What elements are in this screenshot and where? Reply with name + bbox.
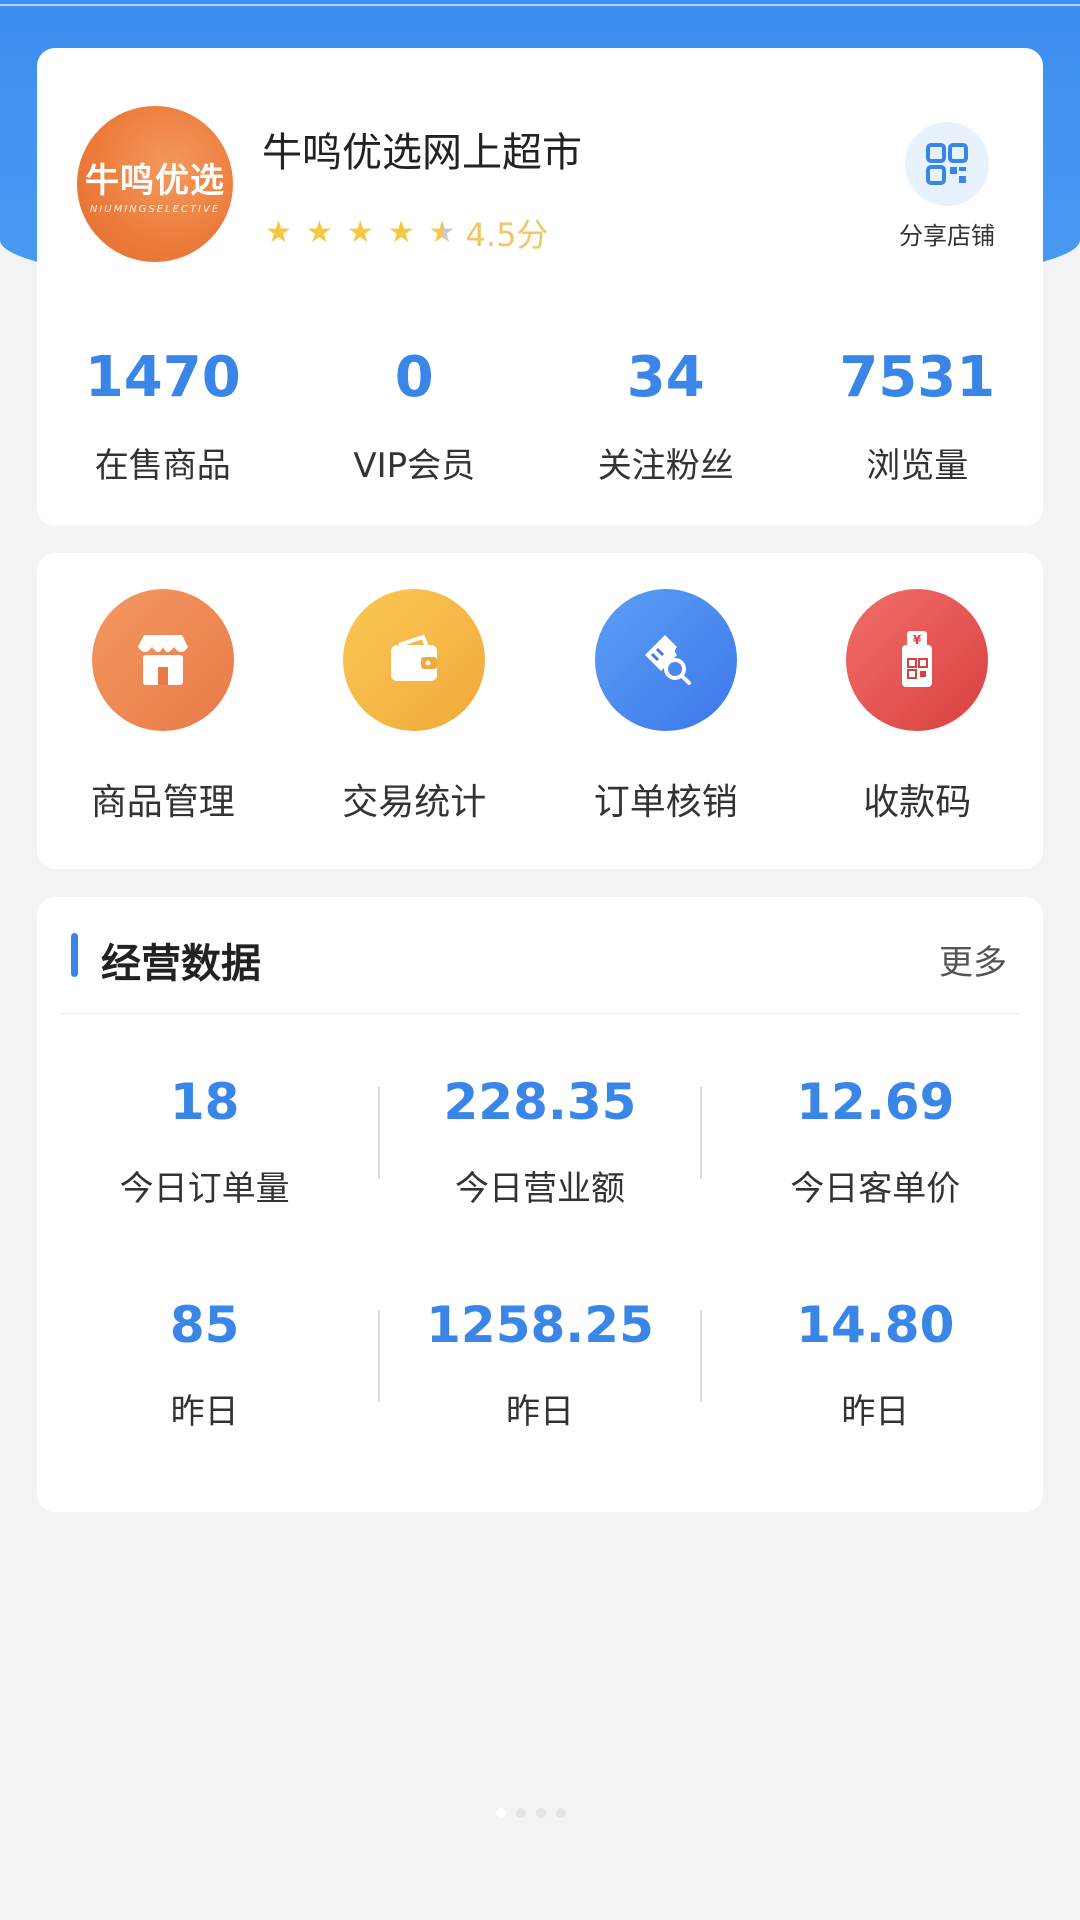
business-data-card: 经营数据 更多 18 今日订单量 228.35 今日营业额 12.69 今日客单… xyxy=(37,897,1043,1512)
metric-today-revenue[interactable]: 228.35 今日营业额 xyxy=(372,1067,707,1210)
star-icon: ★ xyxy=(387,215,415,250)
stat-label: VIP会员 xyxy=(353,446,476,486)
divider xyxy=(59,1013,1021,1014)
menu-label: 订单核销 xyxy=(593,782,738,823)
metric-label: 今日客单价 xyxy=(790,1169,961,1209)
metric-label: 今日订单量 xyxy=(119,1169,290,1209)
section-title: 经营数据 xyxy=(101,941,261,987)
menu-product-management[interactable]: 商品管理 xyxy=(37,553,289,869)
share-store-label: 分享店铺 xyxy=(899,222,995,250)
page-dot[interactable] xyxy=(536,1808,546,1818)
today-metrics-row: 18 今日订单量 228.35 今日营业额 12.69 今日客单价 xyxy=(37,1067,1043,1210)
business-data-header: 经营数据 更多 xyxy=(37,897,1043,1013)
metric-label: 昨日 xyxy=(170,1392,239,1432)
store-logo-subtext: NIUMINGSELECTIVE xyxy=(89,204,221,215)
column-divider xyxy=(700,1087,702,1179)
stat-label: 浏览量 xyxy=(866,446,969,486)
metric-value: 228.35 xyxy=(443,1073,637,1131)
metric-label: 今日营业额 xyxy=(454,1169,625,1209)
wallet-icon xyxy=(343,589,486,731)
column-divider xyxy=(378,1087,380,1179)
stat-vip-members[interactable]: 0 VIP会员 xyxy=(289,338,541,487)
metric-value: 12.69 xyxy=(796,1073,955,1131)
page-indicator xyxy=(496,1808,566,1818)
menu-transaction-stats[interactable]: 交易统计 xyxy=(289,553,541,869)
store-icon xyxy=(91,589,234,731)
menu-label: 收款码 xyxy=(863,782,972,823)
ticket-search-icon xyxy=(594,589,737,731)
store-rating: ★ ★ ★ ★ ★ 4.5分 xyxy=(265,210,548,256)
metric-today-orders[interactable]: 18 今日订单量 xyxy=(37,1067,372,1210)
rating-score: 4.5分 xyxy=(465,216,549,254)
page-dot[interactable] xyxy=(496,1808,506,1818)
stat-value: 0 xyxy=(394,345,434,410)
payment-qr-icon: ¥ xyxy=(846,589,989,731)
stat-products-on-sale[interactable]: 1470 在售商品 xyxy=(37,338,289,487)
top-divider xyxy=(0,4,1080,6)
metric-label: 昨日 xyxy=(505,1392,574,1432)
stat-page-views[interactable]: 7531 浏览量 xyxy=(792,338,1044,487)
quick-menu: 商品管理 交易统计 订单核销 ¥ 收款码 xyxy=(37,553,1043,869)
page-dot[interactable] xyxy=(516,1808,526,1818)
metric-value: 18 xyxy=(169,1073,240,1131)
column-divider xyxy=(378,1310,380,1402)
star-icon: ★ xyxy=(305,215,333,250)
more-link[interactable]: 更多 xyxy=(939,935,1007,984)
metric-today-avg-order[interactable]: 12.69 今日客单价 xyxy=(708,1067,1043,1210)
half-star-icon: ★ xyxy=(428,215,456,250)
stat-label: 关注粉丝 xyxy=(597,446,734,486)
svg-text:¥: ¥ xyxy=(913,633,922,647)
metric-yesterday-revenue[interactable]: 1258.25 昨日 xyxy=(372,1290,707,1433)
section-accent-bar xyxy=(71,933,78,977)
metric-label: 昨日 xyxy=(841,1392,910,1432)
share-store-button[interactable]: 分享店铺 xyxy=(887,122,1007,251)
store-name: 牛鸣优选网上超市 xyxy=(262,130,582,176)
menu-label: 商品管理 xyxy=(90,782,235,823)
store-card: 牛鸣优选 NIUMINGSELECTIVE 牛鸣优选网上超市 ★ ★ ★ ★ ★… xyxy=(37,48,1043,526)
stat-label: 在售商品 xyxy=(94,446,231,486)
stat-followers[interactable]: 34 关注粉丝 xyxy=(540,338,792,487)
menu-payment-code[interactable]: ¥ 收款码 xyxy=(792,553,1044,869)
stat-value: 7531 xyxy=(839,345,996,410)
menu-order-verification[interactable]: 订单核销 xyxy=(540,553,792,869)
metric-value: 14.80 xyxy=(796,1296,955,1354)
yesterday-metrics-row: 85 昨日 1258.25 昨日 14.80 昨日 xyxy=(37,1290,1043,1433)
star-icon: ★ xyxy=(265,215,292,250)
metric-yesterday-orders[interactable]: 85 昨日 xyxy=(37,1290,372,1433)
store-logo[interactable]: 牛鸣优选 NIUMINGSELECTIVE xyxy=(77,106,233,262)
qr-code-icon xyxy=(905,122,989,206)
menu-label: 交易统计 xyxy=(342,782,487,823)
store-stats: 1470 在售商品 0 VIP会员 34 关注粉丝 7531 浏览量 xyxy=(37,338,1043,487)
store-logo-text: 牛鸣优选 xyxy=(85,161,225,201)
metric-value: 1258.25 xyxy=(426,1296,654,1354)
stat-value: 1470 xyxy=(84,345,241,410)
page-dot[interactable] xyxy=(556,1808,566,1818)
metric-value: 85 xyxy=(169,1296,240,1354)
metric-yesterday-avg-order[interactable]: 14.80 昨日 xyxy=(708,1290,1043,1433)
stat-value: 34 xyxy=(626,345,705,410)
star-icon: ★ xyxy=(346,215,374,250)
column-divider xyxy=(700,1310,702,1402)
